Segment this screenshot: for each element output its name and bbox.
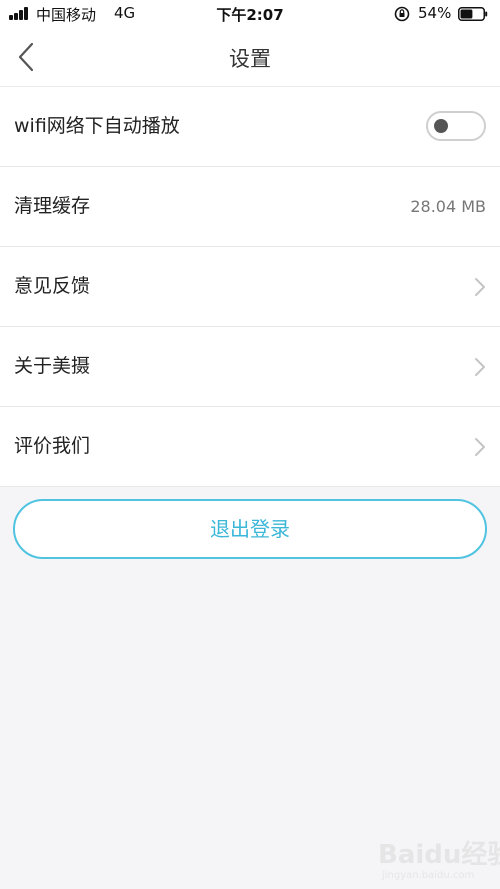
watermark-url: jingyan.baidu.com <box>382 870 475 881</box>
status-bar: 中国移动 4G 下午2:07 54% <box>0 0 500 28</box>
battery-icon <box>458 7 488 21</box>
chevron-right-icon <box>475 358 485 376</box>
orientation-lock-icon <box>394 6 410 22</box>
baidu-watermark-logo: Baidu经验 jingyan.baidu.com <box>378 832 500 886</box>
setting-label: 关于美摄 <box>14 355 91 377</box>
setting-rate-us[interactable]: 评价我们 <box>0 407 500 487</box>
navigation-bar: 设置 <box>0 28 500 87</box>
setting-clear-cache[interactable]: 清理缓存 28.04 MB <box>0 167 500 247</box>
settings-list: wifi网络下自动播放 清理缓存 28.04 MB 意见反馈 关于美摄 评价我们 <box>0 87 500 487</box>
toggle-knob <box>434 119 448 133</box>
battery-percentage: 54% <box>418 4 452 22</box>
back-chevron-icon[interactable] <box>10 38 46 76</box>
chevron-right-icon <box>475 278 485 296</box>
setting-label: 意见反馈 <box>14 275 91 297</box>
page-title: 设置 <box>229 47 271 71</box>
setting-label: wifi网络下自动播放 <box>14 115 180 137</box>
autoplay-toggle[interactable] <box>426 111 486 141</box>
setting-label: 清理缓存 <box>14 195 91 217</box>
setting-autoplay-wifi: wifi网络下自动播放 <box>0 87 500 167</box>
setting-about[interactable]: 关于美摄 <box>0 327 500 407</box>
logout-button[interactable]: 退出登录 <box>13 499 487 559</box>
watermark-text: Baidu经验 <box>378 840 500 870</box>
chevron-right-icon <box>475 438 485 456</box>
setting-feedback[interactable]: 意见反馈 <box>0 247 500 327</box>
setting-label: 评价我们 <box>14 435 91 457</box>
cache-size-value: 28.04 MB <box>410 197 486 216</box>
